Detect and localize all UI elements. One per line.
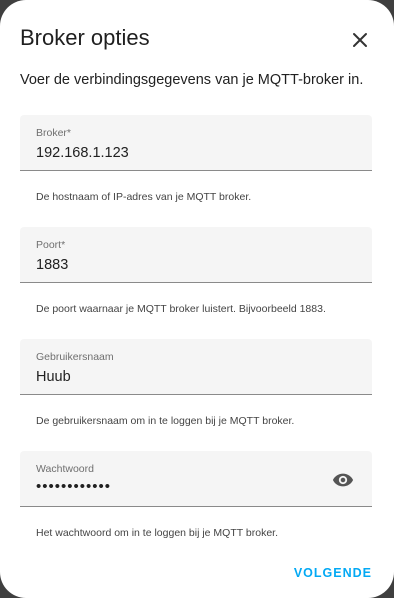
eye-icon [332,473,354,487]
username-input[interactable]: Huub [36,368,71,386]
port-input[interactable]: 1883 [36,256,68,274]
password-input[interactable]: •••••••••••• [36,478,111,496]
dialog-title: Broker opties [20,25,150,50]
broker-helper: De hostnaam of IP-adres van je MQTT brok… [36,191,252,203]
broker-input[interactable]: 192.168.1.123 [36,144,129,162]
username-helper: De gebruikersnaam om in te loggen bij je… [36,415,295,427]
port-label: Poort* [36,239,66,251]
broker-field[interactable]: Broker* 192.168.1.123 [20,115,372,171]
close-button[interactable] [346,26,374,54]
username-label: Gebruikersnaam [36,351,114,363]
next-button[interactable]: VOLGENDE [294,563,372,583]
password-field[interactable]: Wachtwoord •••••••••••• [20,451,372,507]
port-field[interactable]: Poort* 1883 [20,227,372,283]
broker-label: Broker* [36,127,72,139]
dialog-description: Voer de verbindingsgegevens van je MQTT-… [20,72,364,88]
broker-options-dialog: Broker opties Voer de verbindingsgegeven… [0,0,394,598]
close-icon [353,33,367,47]
username-field[interactable]: Gebruikersnaam Huub [20,339,372,395]
toggle-password-visibility-button[interactable] [332,469,354,491]
password-helper: Het wachtwoord om in te loggen bij je MQ… [36,527,278,539]
dialog-header: Broker opties [20,24,374,56]
port-helper: De poort waarnaar je MQTT broker luister… [36,303,326,315]
password-label: Wachtwoord [36,463,94,475]
